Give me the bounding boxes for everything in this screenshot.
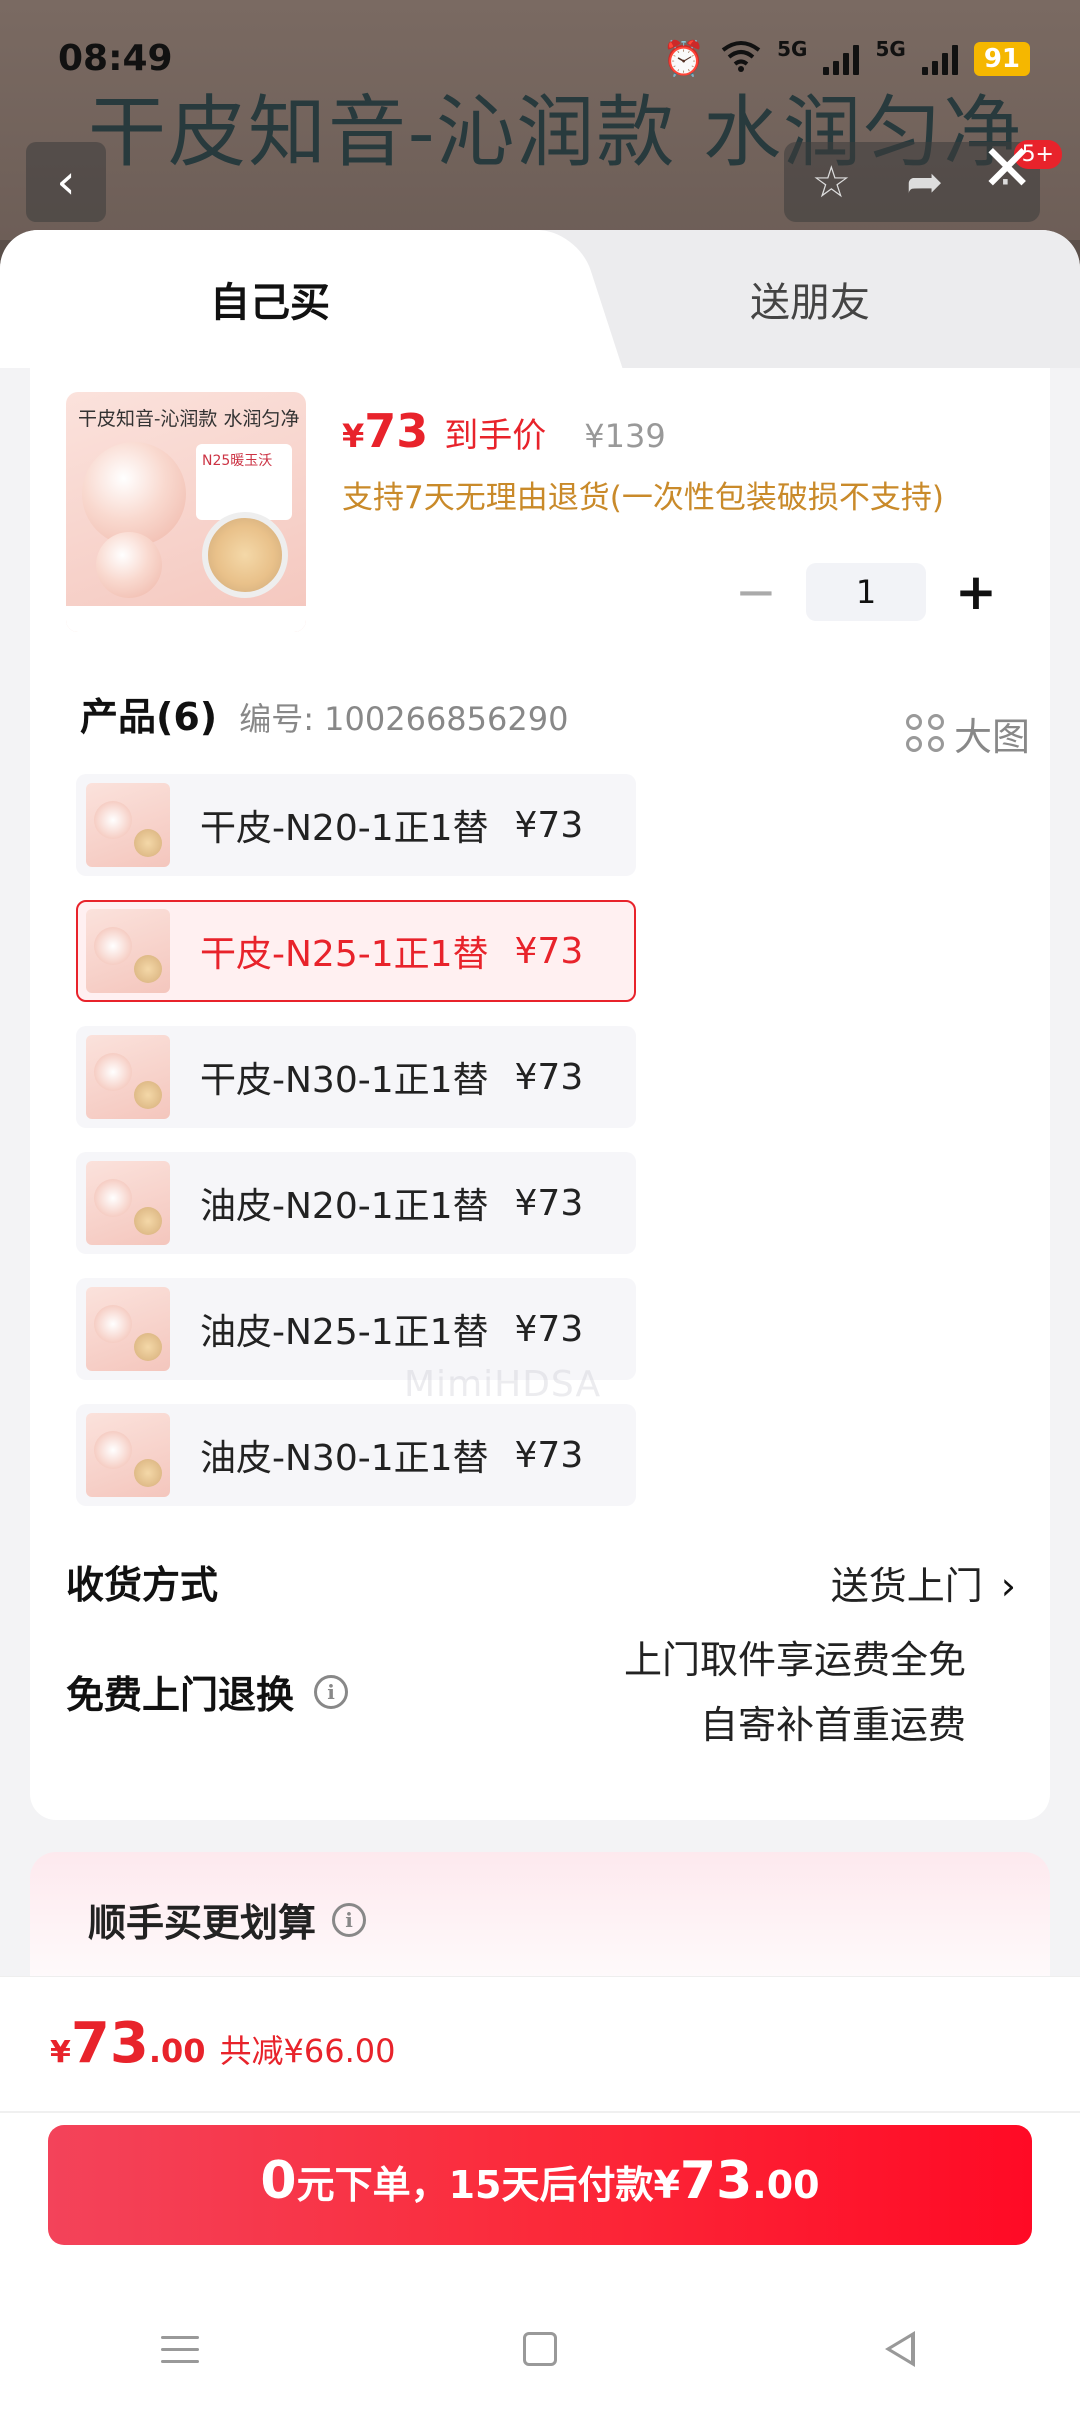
variants-title: 产品(6) [80, 695, 218, 739]
grid-icon [905, 714, 944, 752]
delivery-row[interactable]: 收货方式 送货上门 › [66, 1554, 1016, 1619]
home-nav-button[interactable] [500, 2309, 580, 2389]
variant-price: ¥73 [514, 1308, 584, 1350]
variant-option[interactable]: 干皮-N20-1正1替 ¥73 [76, 774, 636, 876]
return-policy: 支持7天无理由退货(一次性包装破损不支持) [342, 480, 944, 516]
variant-option[interactable]: 油皮-N20-1正1替 ¥73 [76, 1152, 636, 1254]
alarm-icon: ⏰ [662, 39, 706, 79]
total-price: ¥ 73 .00 共减¥66.00 [50, 2011, 396, 2076]
info-icon[interactable]: i [332, 1902, 367, 1937]
star-icon[interactable]: ☆ [812, 157, 851, 208]
variant-name: 油皮-N20-1正1替 [200, 1186, 489, 1227]
variant-name: 油皮-N25-1正1替 [200, 1312, 489, 1353]
delivery-value: 送货上门 › [830, 1564, 1016, 1608]
back-button[interactable]: ‹ [26, 142, 106, 222]
chevron-left-icon: ‹ [56, 154, 76, 210]
product-code: 编号: 100266856290 [239, 700, 569, 738]
variant-price: ¥73 [514, 930, 584, 972]
price-label: 到手价 [444, 416, 547, 456]
total-saving: 共减¥66.00 [219, 2032, 396, 2070]
variant-thumb [86, 909, 170, 993]
free-return-label: 免费上门退换 [66, 1673, 295, 1717]
variant-price: ¥73 [514, 1182, 584, 1224]
promo-title: 顺手买更划算 [88, 1901, 317, 1945]
variant-option[interactable]: 干皮-N30-1正1替 ¥73 [76, 1026, 636, 1128]
thumb-compact [202, 512, 288, 598]
variant-price: ¥73 [514, 804, 584, 846]
variant-price: ¥73 [514, 1056, 584, 1098]
variant-name: 干皮-N20-1正1替 [200, 808, 489, 849]
price-row: ¥73 到手价 ¥139 [342, 404, 666, 458]
info-icon[interactable]: i [314, 1674, 349, 1709]
wifi-icon [721, 40, 761, 78]
chevron-right-icon: › [1000, 1564, 1016, 1608]
thumb-footer [66, 606, 306, 632]
network-5g-label: 5G [777, 37, 808, 61]
back-icon [885, 2331, 915, 2367]
free-return-row: 免费上门退换 i 上门取件享运费全免 自寄补首重运费 [66, 1628, 1016, 1757]
thumb-cushion-small [96, 532, 162, 598]
tab-buy-for-self[interactable]: 自己买 [0, 230, 540, 368]
variant-option[interactable]: 油皮-N30-1正1替 ¥73 [76, 1404, 636, 1506]
free-return-label-group: 免费上门退换 i [66, 1664, 349, 1719]
current-price: ¥73 [342, 404, 429, 458]
quantity-stepper: − 1 + [724, 560, 1008, 624]
menu-nav-button[interactable] [140, 2309, 220, 2389]
variant-thumb [86, 1287, 170, 1371]
variant-list: 干皮-N20-1正1替 ¥73 干皮-N25-1正1替 ¥73 干皮-N30-1… [76, 774, 636, 1530]
system-navbar [0, 2289, 1080, 2409]
variant-thumb [86, 1413, 170, 1497]
signal-icon [823, 43, 860, 75]
close-icon[interactable]: ✕ [980, 132, 1034, 206]
free-return-line1: 上门取件享运费全免 [623, 1638, 966, 1682]
increase-button[interactable]: + [944, 560, 1008, 624]
variant-name: 干皮-N25-1正1替 [200, 934, 489, 975]
promo-title-group: 顺手买更划算 i [88, 1892, 367, 1947]
big-image-label: 大图 [953, 714, 1030, 759]
menu-icon [161, 2335, 199, 2363]
network-5g-label-2: 5G [875, 37, 906, 61]
variant-name: 干皮-N30-1正1替 [200, 1060, 489, 1101]
decrease-button[interactable]: − [724, 560, 788, 624]
tab-gift-friend[interactable]: 送朋友 [540, 230, 1080, 368]
checkout-bar: ¥ 73 .00 共减¥66.00 0 元下单，15天后付款¥ 73 .00 [0, 1976, 1080, 2412]
quantity-value[interactable]: 1 [806, 563, 926, 621]
variant-name: 油皮-N30-1正1替 [200, 1438, 489, 1479]
pay-later-button[interactable]: 0 元下单，15天后付款¥ 73 .00 [48, 2125, 1032, 2245]
divider [0, 2111, 1080, 2113]
purchase-tabs: 自己买 送朋友 [0, 230, 1080, 368]
product-image[interactable]: 干皮知音-沁润款 水润匀净 N25暖玉沃 [66, 392, 306, 632]
free-return-value: 上门取件享运费全免 自寄补首重运费 [624, 1628, 966, 1757]
original-price: ¥139 [584, 417, 666, 455]
battery-indicator: 91 [973, 42, 1030, 76]
watermark: MimiHDSA [404, 1364, 602, 1405]
share-icon[interactable]: ➦ [906, 157, 943, 208]
variant-thumb [86, 783, 170, 867]
status-bar: 08:49 ⏰ 5G 5G 91 [0, 0, 1080, 120]
thumb-title: 干皮知音-沁润款 水润匀净 [78, 408, 300, 430]
variant-thumb [86, 1161, 170, 1245]
back-nav-button[interactable] [860, 2309, 940, 2389]
thumb-shade-tag: N25暖玉沃 [196, 444, 292, 520]
home-icon [523, 2332, 557, 2366]
variant-price: ¥73 [514, 1434, 584, 1476]
free-return-line2: 自寄补首重运费 [699, 1702, 966, 1747]
variants-header: 产品(6) 编号: 100266856290 大图 [80, 686, 1030, 761]
variant-thumb [86, 1035, 170, 1119]
status-time: 08:49 [58, 38, 173, 79]
variant-option-selected[interactable]: 干皮-N25-1正1替 ¥73 [76, 900, 636, 1002]
status-icons: ⏰ 5G 5G 91 [662, 37, 1030, 79]
delivery-label: 收货方式 [66, 1563, 219, 1607]
product-options-card: 干皮知音-沁润款 水润匀净 N25暖玉沃 ¥73 到手价 ¥139 支持7天无理… [30, 368, 1050, 1820]
signal-icon-2 [921, 43, 958, 75]
thumb-cushion [82, 442, 186, 546]
big-image-toggle[interactable]: 大图 [905, 706, 1030, 761]
